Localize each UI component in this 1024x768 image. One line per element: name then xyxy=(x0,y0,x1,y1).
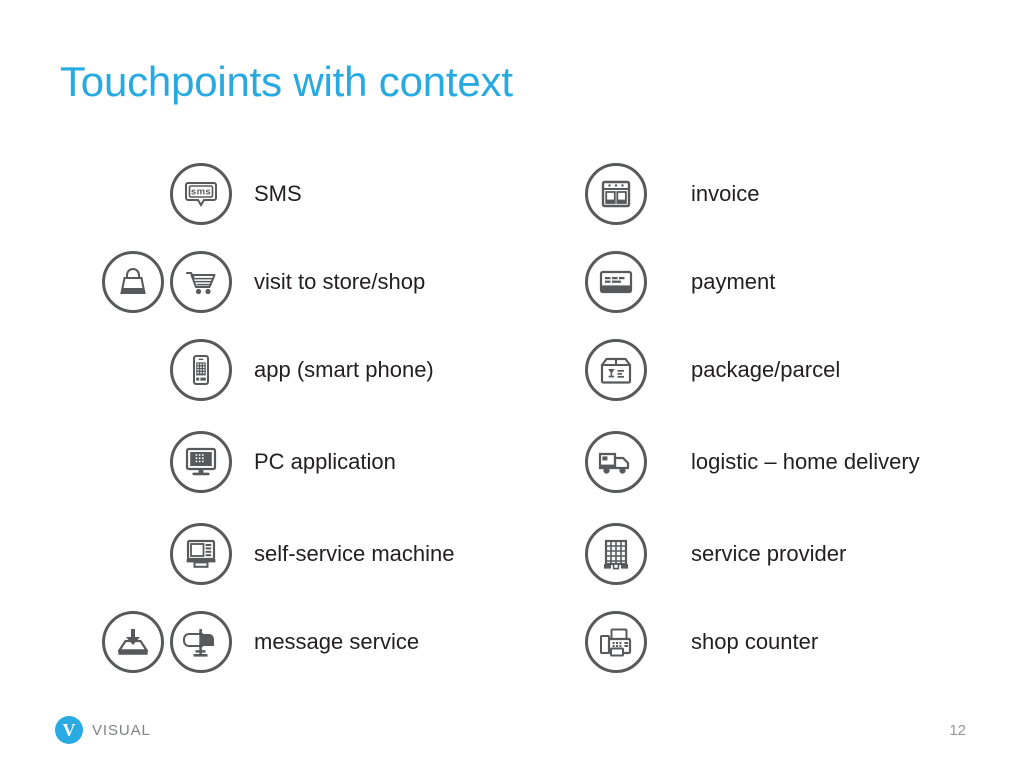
touchpoint-label: message service xyxy=(254,629,420,654)
touchpoint-icon-group xyxy=(60,431,232,493)
delivery-truck-icon xyxy=(585,431,647,493)
touchpoint-row: package/parcel xyxy=(585,332,840,408)
touchpoint-icon-group xyxy=(60,523,232,585)
mailbox-icon xyxy=(170,611,232,673)
touchpoint-label: SMS xyxy=(254,181,302,206)
touchpoint-label: shop counter xyxy=(691,629,819,654)
touchpoint-row: sms SMS xyxy=(60,156,302,232)
brand-logo-text: VISUAL xyxy=(92,721,151,739)
brand-logo: V VISUAL xyxy=(55,716,151,744)
touchpoint-icon-group xyxy=(585,163,669,225)
touchpoint-icon-group xyxy=(585,339,669,401)
touchpoint-label: self-service machine xyxy=(254,541,455,566)
parcel-box-icon xyxy=(585,339,647,401)
touchpoint-label: invoice xyxy=(691,181,760,206)
touchpoint-row: PC application xyxy=(60,424,396,500)
touchpoint-row: payment xyxy=(585,244,775,320)
touchpoint-icon-group: sms xyxy=(60,163,232,225)
desktop-monitor-icon xyxy=(170,431,232,493)
touchpoint-label: visit to store/shop xyxy=(254,269,426,294)
touchpoint-row: shop counter xyxy=(585,604,818,680)
fax-terminal-icon xyxy=(585,611,647,673)
touchpoint-icon-group xyxy=(60,251,232,313)
touchpoint-icon-group xyxy=(585,431,669,493)
visual-logo-icon: V xyxy=(55,716,83,744)
touchpoint-icon-group xyxy=(585,611,669,673)
touchpoint-icon-group xyxy=(60,339,232,401)
touchpoint-icon-group xyxy=(585,523,669,585)
touchpoint-icon-group xyxy=(60,611,232,673)
touchpoint-label: logistic – home delivery xyxy=(691,449,920,474)
touchpoint-row: app (smart phone) xyxy=(60,332,434,408)
touchpoint-row: message service xyxy=(60,604,419,680)
atm-kiosk-icon xyxy=(170,523,232,585)
sms-bubble-icon: sms xyxy=(170,163,232,225)
inbox-download-icon xyxy=(102,611,164,673)
page-number: 12 xyxy=(949,722,966,739)
page-title: Touchpoints with context xyxy=(60,58,513,105)
svg-text:sms: sms xyxy=(191,187,211,198)
touchpoint-label: payment xyxy=(691,269,776,294)
touchpoints-grid: sms SMS visit to store/shop app (smart p… xyxy=(0,150,1024,690)
touchpoint-label: PC application xyxy=(254,449,396,474)
touchpoint-label: package/parcel xyxy=(691,357,841,382)
invoice-document-icon xyxy=(585,163,647,225)
credit-card-icon xyxy=(585,251,647,313)
touchpoint-icon-group xyxy=(585,251,669,313)
touchpoint-row: service provider xyxy=(585,516,846,592)
touchpoint-row: logistic – home delivery xyxy=(585,424,920,500)
touchpoint-row: invoice xyxy=(585,156,759,232)
touchpoint-row: self-service machine xyxy=(60,516,455,592)
touchpoint-label: app (smart phone) xyxy=(254,357,434,382)
shopping-cart-icon xyxy=(170,251,232,313)
shopping-bag-icon xyxy=(102,251,164,313)
smartphone-icon xyxy=(170,339,232,401)
office-building-icon xyxy=(585,523,647,585)
touchpoint-row: visit to store/shop xyxy=(60,244,425,320)
touchpoint-label: service provider xyxy=(691,541,847,566)
